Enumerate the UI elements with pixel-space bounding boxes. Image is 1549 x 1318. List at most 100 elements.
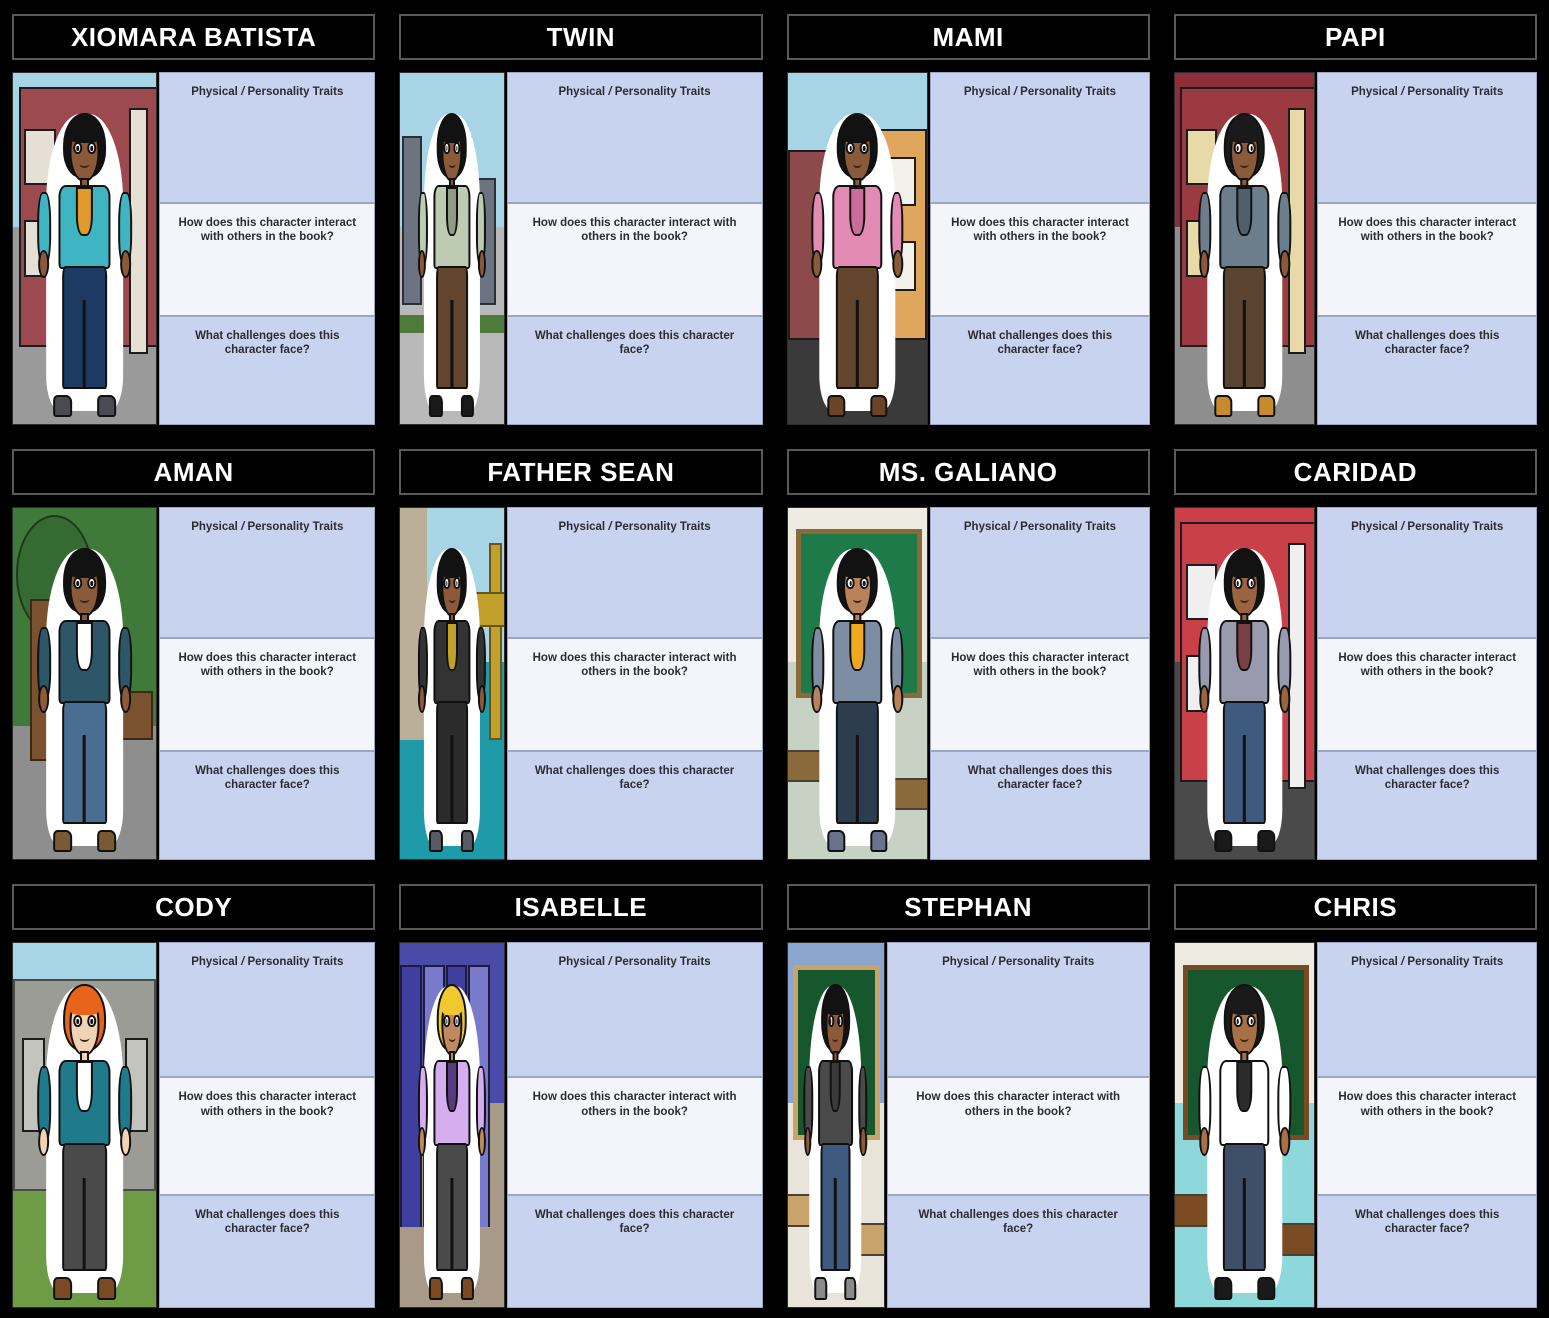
traits-word-physical: Physical (558, 956, 609, 968)
eyes (443, 1014, 461, 1028)
prompt-challenges[interactable]: What challenges does this character face… (159, 750, 376, 860)
traits-word-personality: Personality Traits (244, 86, 344, 98)
prompt-challenges[interactable]: What challenges does this character face… (1317, 750, 1537, 860)
prompt-traits[interactable]: Physical / Personality Traits (159, 942, 376, 1078)
prompt-interaction-label: How does this character interact with ot… (532, 651, 737, 679)
shoe-right (461, 395, 475, 417)
character-title-bar[interactable]: CODY (12, 884, 376, 930)
character-cell-body: Physical / Personality Traits How does th… (786, 507, 1150, 860)
prompt-challenges[interactable]: What challenges does this character face… (506, 750, 763, 860)
prompt-challenges[interactable]: What challenges does this character face… (930, 750, 1150, 860)
prompt-traits[interactable]: Physical / Personality Traits (506, 507, 763, 638)
eyes (827, 1014, 844, 1028)
character-title-bar[interactable]: PAPI (1173, 14, 1537, 60)
prompt-traits[interactable]: Physical / Personality Traits (506, 72, 763, 203)
character-figure (1198, 108, 1292, 417)
prompt-interaction[interactable]: How does this character interact with ot… (506, 202, 763, 316)
character-title-bar[interactable]: CARIDAD (1173, 449, 1537, 495)
character-name: MS. GALIANO (878, 457, 1058, 487)
eyes (443, 142, 461, 155)
prompt-challenges[interactable]: What challenges does this character face… (506, 315, 763, 425)
character-figure (810, 108, 904, 417)
prompt-interaction[interactable]: How does this character interact with ot… (1317, 637, 1537, 751)
character-name: STEPHAN (904, 892, 1032, 922)
character-name: MAMI (932, 22, 1004, 52)
character-title-bar[interactable]: FATHER SEAN (399, 449, 763, 495)
prompt-traits-label: Physical / Personality Traits (964, 520, 1116, 637)
traits-word-personality: Personality Traits (1016, 521, 1117, 533)
prompt-interaction[interactable]: How does this character interact with ot… (886, 1077, 1150, 1195)
prompt-traits[interactable]: Physical / Personality Traits (930, 507, 1150, 638)
shoe-right (1257, 1277, 1275, 1300)
eyes (846, 577, 869, 590)
prompt-challenges[interactable]: What challenges does this character face… (886, 1194, 1150, 1308)
prompt-panels: Physical / Personality Traits How does th… (1317, 507, 1537, 860)
prompt-traits-label: Physical / Personality Traits (191, 85, 343, 202)
character-title-bar[interactable]: TWIN (399, 14, 763, 60)
prompt-challenges-label: What challenges does this character face… (534, 329, 735, 357)
character-cell-body: Physical / Personality Traits How does th… (399, 72, 763, 425)
character-scene (1173, 507, 1316, 860)
prompt-challenges[interactable]: What challenges does this character face… (506, 1194, 763, 1308)
hand-left (804, 1126, 812, 1156)
character-figure (36, 543, 133, 852)
prompt-interaction[interactable]: How does this character interact with ot… (506, 1077, 763, 1195)
prompt-traits[interactable]: Physical / Personality Traits (159, 72, 376, 203)
prompt-traits[interactable]: Physical / Personality Traits (1317, 72, 1537, 203)
character-title-bar[interactable]: CHRIS (1173, 884, 1537, 930)
character-figure (417, 543, 487, 852)
prompt-interaction[interactable]: How does this character interact with ot… (159, 202, 376, 316)
eyes (73, 1014, 97, 1028)
prompt-interaction[interactable]: How does this character interact with ot… (159, 637, 376, 751)
character-title-bar[interactable]: XIOMARA BATISTA (12, 14, 376, 60)
shoe-left (1214, 830, 1233, 852)
shoe-left (1214, 395, 1233, 417)
prompt-traits[interactable]: Physical / Personality Traits (930, 72, 1150, 203)
hand-right (1279, 1126, 1291, 1156)
mouth (832, 1034, 839, 1042)
prompt-traits[interactable]: Physical / Personality Traits (506, 942, 763, 1078)
hand-right (120, 685, 132, 713)
prompt-challenges[interactable]: What challenges does this character face… (1317, 1194, 1537, 1308)
character-title-bar[interactable]: STEPHAN (786, 884, 1150, 930)
prompt-interaction[interactable]: How does this character interact with ot… (930, 637, 1150, 751)
hair-fringe (842, 556, 873, 578)
collar-accent (445, 621, 458, 672)
prompt-traits[interactable]: Physical / Personality Traits (159, 507, 376, 638)
prompt-traits[interactable]: Physical / Personality Traits (1317, 942, 1537, 1078)
prompt-interaction[interactable]: How does this character interact with ot… (159, 1077, 376, 1195)
shoe-right (844, 1277, 857, 1300)
character-title-bar[interactable]: ISABELLE (399, 884, 763, 930)
shoe-left (429, 1277, 443, 1300)
character-title-bar[interactable]: MAMI (786, 14, 1150, 60)
traits-word-personality: Personality Traits (611, 956, 711, 968)
character-figure (417, 979, 487, 1300)
prompt-challenges[interactable]: What challenges does this character face… (159, 315, 376, 425)
prompt-panels: Physical / Personality Traits How does th… (930, 507, 1150, 860)
character-scene (12, 72, 158, 425)
prompt-interaction[interactable]: How does this character interact with ot… (1317, 1077, 1537, 1195)
character-title-bar[interactable]: MS. GALIANO (786, 449, 1150, 495)
character-title-bar[interactable]: AMAN (12, 449, 376, 495)
prompt-interaction[interactable]: How does this character interact with ot… (930, 202, 1150, 316)
prompt-challenges-label: What challenges does this character face… (1354, 764, 1500, 792)
traits-word-physical: Physical (558, 86, 609, 98)
hand-right (120, 1126, 132, 1156)
prompt-interaction[interactable]: How does this character interact with ot… (506, 637, 763, 751)
prompt-interaction-label: How does this character interact with ot… (951, 651, 1129, 679)
prompt-interaction[interactable]: How does this character interact with ot… (1317, 202, 1537, 316)
character-scene (786, 507, 929, 860)
character-cell-body: Physical / Personality Traits How does th… (1173, 942, 1537, 1308)
shoe-left (814, 1277, 827, 1300)
hand-right (477, 685, 486, 713)
shoe-right (1257, 830, 1275, 852)
character-figure (36, 108, 133, 417)
prompt-traits[interactable]: Physical / Personality Traits (886, 942, 1150, 1078)
hand-right (1279, 685, 1291, 713)
prompt-traits[interactable]: Physical / Personality Traits (1317, 507, 1537, 638)
prompt-challenges[interactable]: What challenges does this character face… (159, 1194, 376, 1308)
shoe-right (461, 1277, 475, 1300)
prompt-challenges[interactable]: What challenges does this character face… (930, 315, 1150, 425)
prompt-challenges[interactable]: What challenges does this character face… (1317, 315, 1537, 425)
prompt-panels: Physical / Personality Traits How does th… (159, 507, 376, 860)
